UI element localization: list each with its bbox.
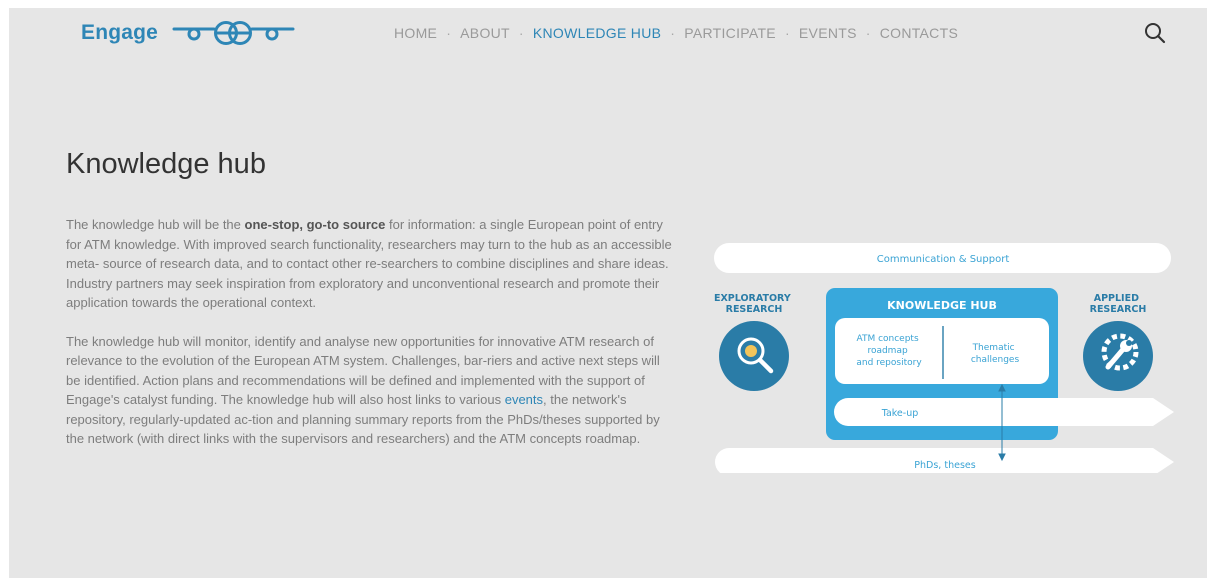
communication-label: Communication & Support — [877, 254, 1010, 265]
main-nav: HOME · ABOUT · KNOWLEDGE HUB · PARTICIPA… — [394, 25, 958, 41]
nav-separator: · — [446, 25, 452, 41]
nav-separator: · — [865, 25, 871, 41]
paragraph-detail: The knowledge hub will monitor, identify… — [66, 332, 676, 449]
p1-text-start: The knowledge hub will be the — [66, 217, 245, 232]
nav-separator: · — [670, 25, 676, 41]
events-link[interactable]: events — [505, 392, 543, 407]
hub-title: KNOWLEDGE HUB — [887, 299, 997, 312]
nav-home[interactable]: HOME — [394, 25, 437, 41]
exploratory-research-icon — [719, 321, 789, 391]
page-title: Knowledge hub — [66, 148, 266, 180]
atm-line-3: and repository — [856, 358, 922, 368]
exploratory-label: EXPLORATORY RESEARCH — [714, 293, 794, 315]
applied-line-1: APPLIED — [1094, 293, 1139, 304]
logo-mark-icon — [172, 21, 295, 45]
nav-about[interactable]: ABOUT — [460, 25, 510, 41]
takeup-label: Take-up — [881, 408, 919, 419]
body-text: The knowledge hub will be the one-stop, … — [66, 215, 676, 468]
nav-knowledge-hub[interactable]: KNOWLEDGE HUB — [533, 25, 661, 41]
page: Engage HOME · ABOUT · KNOWLEDGE HUB · PA… — [9, 8, 1207, 578]
phds-label: PhDs, theses — [914, 460, 975, 471]
p1-emphasis: one-stop, go-to source — [244, 217, 386, 232]
applied-line-2: RESEARCH — [1090, 304, 1147, 315]
search-button[interactable] — [1143, 21, 1167, 45]
exploratory-line-2: RESEARCH — [726, 304, 783, 315]
atm-line-1: ATM concepts — [856, 334, 918, 344]
logo[interactable]: Engage — [81, 20, 296, 46]
applied-label: APPLIED RESEARCH — [1090, 293, 1147, 315]
nav-separator: · — [518, 25, 524, 41]
thematic-line-2: challenges — [971, 355, 1020, 365]
search-icon — [1145, 23, 1166, 44]
nav-separator: · — [784, 25, 790, 41]
thematic-line-1: Thematic — [972, 343, 1015, 353]
nav-events[interactable]: EVENTS — [799, 25, 857, 41]
applied-research-icon — [1083, 321, 1153, 391]
paragraph-intro: The knowledge hub will be the one-stop, … — [66, 215, 676, 313]
logo-text: Engage — [81, 21, 159, 44]
nav-contacts[interactable]: CONTACTS — [880, 25, 958, 41]
knowledge-hub-diagram: Communication & Support KNOWLEDGE HUB AT… — [714, 243, 1174, 473]
exploratory-line-1: EXPLORATORY — [714, 293, 791, 304]
atm-line-2: roadmap — [867, 346, 908, 356]
nav-participate[interactable]: PARTICIPATE — [684, 25, 776, 41]
